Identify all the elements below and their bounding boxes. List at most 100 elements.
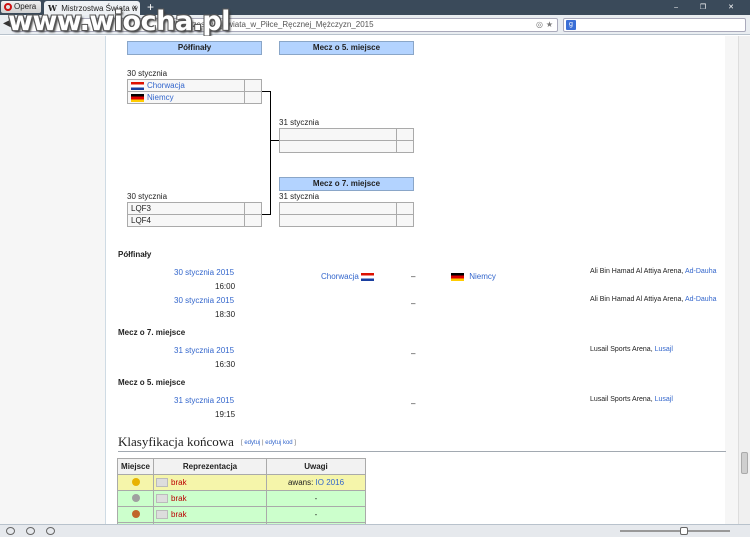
- match1-score: –: [411, 272, 416, 281]
- venue-label: Ali Bin Hamad Al Attiya Arena,: [590, 296, 685, 303]
- rss-icon[interactable]: ◎: [536, 19, 543, 31]
- ranking-heading: Klasyfikacja końcowa: [118, 434, 234, 449]
- team-label[interactable]: brak: [171, 510, 187, 519]
- team-label: Niemcy: [147, 93, 174, 102]
- team-label[interactable]: brak: [171, 494, 187, 503]
- match4-time: 19:15: [215, 410, 236, 419]
- place-cell: [117, 506, 154, 523]
- team-cell: brak: [153, 490, 267, 507]
- table-row: brak -: [117, 506, 366, 523]
- silver-medal-icon: [131, 493, 140, 502]
- venue-label: Lusail Sports Arena,: [590, 346, 655, 353]
- match1-time: 16:00: [215, 282, 236, 291]
- panel-toggle-icon[interactable]: [6, 527, 15, 535]
- notes-cell: -: [266, 506, 366, 523]
- venue-label: Ali Bin Hamad Al Attiya Arena,: [590, 268, 685, 275]
- bracket-seventh-header: Mecz o 7. miejsce: [279, 177, 414, 191]
- venue-label: Lusail Sports Arena,: [590, 396, 655, 403]
- bracket-final-date: 31 stycznia: [279, 118, 320, 127]
- bracket-fifth-header: Mecz o 5. miejsce: [279, 41, 414, 55]
- match1-venue: Ali Bin Hamad Al Attiya Arena, Ad-Dauha: [590, 268, 716, 275]
- unknown-flag-icon: [156, 478, 168, 488]
- match2-venue: Ali Bin Hamad Al Attiya Arena, Ad-Dauha: [590, 296, 716, 303]
- germany-flag-icon: [131, 93, 144, 102]
- venue-city-link[interactable]: Ad-Dauha: [685, 268, 717, 275]
- bracket-line: [270, 91, 271, 215]
- match4-venue: Lusail Sports Arena, Lusajl: [590, 396, 673, 403]
- bracket-semi2-team2: LQF4: [127, 214, 245, 227]
- bracket-score: [396, 140, 414, 153]
- heading-rule: [118, 451, 726, 452]
- bracket-final-team2: [279, 140, 397, 153]
- window-controls[interactable]: ‒ ❐ ✕: [674, 3, 744, 11]
- team-cell: brak: [153, 506, 267, 523]
- search-field[interactable]: g: [563, 18, 746, 32]
- match3-score: –: [411, 349, 416, 358]
- bookmark-star-icon[interactable]: ★: [546, 19, 553, 31]
- germany-flag-icon: [451, 272, 464, 281]
- match3-venue: Lusail Sports Arena, Lusajl: [590, 346, 673, 353]
- speed-dial-icon[interactable]: [46, 527, 55, 535]
- bracket-score: [244, 214, 262, 227]
- match1-team1[interactable]: Chorwacja: [321, 272, 377, 281]
- ranking-table: Miejsce Reprezentacja Uwagi brak awans: …: [117, 458, 366, 529]
- scrollbar-thumb[interactable]: [741, 452, 748, 474]
- notes-cell: -: [266, 490, 366, 507]
- match3-date[interactable]: 31 stycznia 2015: [174, 346, 234, 355]
- venue-city-link[interactable]: Ad-Dauha: [685, 296, 717, 303]
- match1-date[interactable]: 30 stycznia 2015: [174, 268, 234, 277]
- match1-team2[interactable]: Niemcy: [451, 272, 496, 281]
- status-bar: [0, 524, 750, 537]
- google-icon[interactable]: g: [566, 20, 576, 30]
- bracket-semi2-date: 30 stycznia: [127, 192, 168, 201]
- venue-city-link[interactable]: Lusajl: [655, 396, 673, 403]
- cloud-icon[interactable]: [26, 527, 35, 535]
- edit-link[interactable]: edytuj: [244, 440, 260, 446]
- venue-city-link[interactable]: Lusajl: [655, 346, 673, 353]
- croatia-flag-icon: [131, 81, 144, 90]
- note-prefix: awans:: [287, 478, 316, 487]
- edit-source-link[interactable]: edytuj kod: [265, 440, 292, 446]
- bracket-line: [270, 140, 279, 141]
- bracket-score: [396, 214, 414, 227]
- edit-links: [ edytuj | edytuj kod ]: [241, 440, 296, 446]
- bracket-semi1-date: 30 stycznia: [127, 69, 168, 78]
- bracket-seventh-team2: [279, 214, 397, 227]
- gold-medal-icon: [131, 477, 140, 486]
- table-row: brak awans: IO 2016: [117, 474, 366, 491]
- unknown-flag-icon: [156, 494, 168, 504]
- match4-date[interactable]: 31 stycznia 2015: [174, 396, 234, 405]
- bracket-seventh-date: 31 stycznia: [279, 192, 320, 201]
- col-team: Reprezentacja: [153, 458, 267, 475]
- vertical-scrollbar[interactable]: [738, 36, 750, 524]
- place-cell: [117, 490, 154, 507]
- note-link[interactable]: IO 2016: [316, 478, 344, 487]
- match2-score: –: [411, 299, 416, 308]
- zoom-knob[interactable]: [680, 527, 688, 535]
- team-label: Niemcy: [469, 272, 496, 281]
- zoom-slider[interactable]: [620, 527, 730, 535]
- bracket-score: [244, 91, 262, 104]
- team-label: Chorwacja: [147, 81, 185, 90]
- section-semi-title: Półfinały: [118, 250, 152, 259]
- team-label[interactable]: brak: [171, 478, 187, 487]
- match2-time: 18:30: [215, 310, 236, 319]
- team-label: Chorwacja: [321, 272, 359, 281]
- notes-cell: awans: IO 2016: [266, 474, 366, 491]
- match4-score: –: [411, 399, 416, 408]
- bronze-medal-icon: [131, 509, 140, 518]
- section-fifth-title: Mecz o 5. miejsce: [118, 378, 186, 387]
- table-row: brak -: [117, 490, 366, 507]
- col-place: Miejsce: [117, 458, 154, 475]
- bracket-semi1-team2[interactable]: Niemcy: [127, 91, 245, 104]
- place-cell: [117, 474, 154, 491]
- edit-bracket-close: ]: [292, 440, 296, 446]
- match3-time: 16:30: [215, 360, 236, 369]
- bracket-line: [262, 214, 270, 215]
- croatia-flag-icon: [361, 272, 375, 281]
- match2-date[interactable]: 30 stycznia 2015: [174, 296, 234, 305]
- section-seventh-title: Mecz o 7. miejsce: [118, 328, 186, 337]
- bracket-line: [262, 91, 270, 92]
- team-cell: brak: [153, 474, 267, 491]
- bracket-semi-header: Półfinały: [127, 41, 262, 55]
